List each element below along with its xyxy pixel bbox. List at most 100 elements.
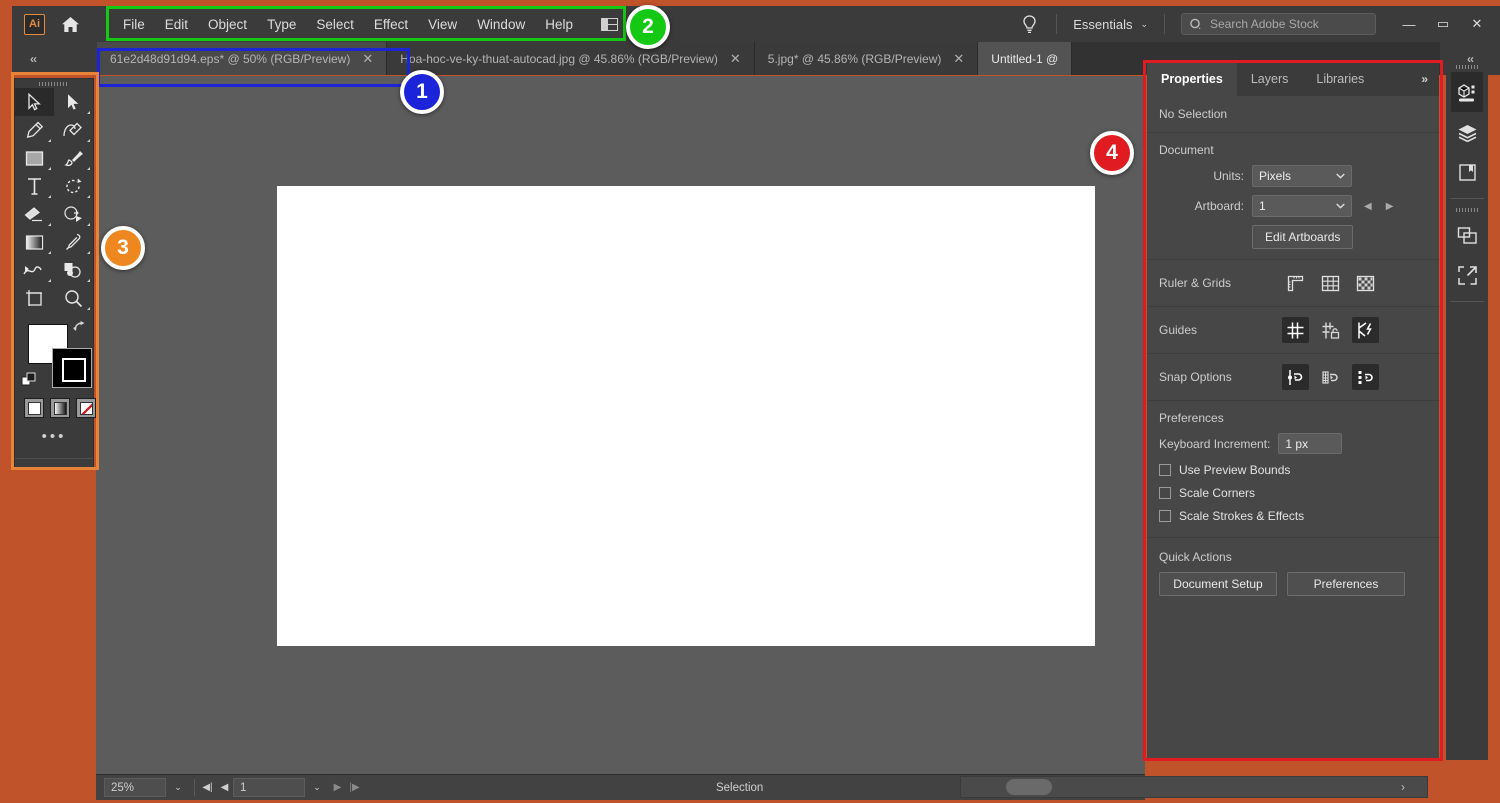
- selection-tool[interactable]: [15, 88, 54, 116]
- gradient-swatch-button[interactable]: [50, 398, 70, 418]
- show-rulers-icon[interactable]: [1282, 270, 1309, 296]
- keyboard-increment-label: Keyboard Increment:: [1159, 436, 1271, 451]
- horizontal-scrollbar[interactable]: ›: [960, 776, 1428, 798]
- eyedropper-tool[interactable]: [54, 228, 93, 256]
- menu-item-effect[interactable]: Effect: [364, 13, 418, 36]
- rail-grip-2[interactable]: [1446, 205, 1488, 215]
- more-tools-button[interactable]: •••: [15, 428, 93, 445]
- rectangle-tool[interactable]: [15, 144, 54, 172]
- menu-item-window[interactable]: Window: [467, 13, 535, 36]
- scroll-right-icon[interactable]: ›: [1401, 780, 1405, 794]
- scale-strokes-effects-checkbox[interactable]: [1159, 510, 1171, 522]
- next-artboard-icon[interactable]: ▶: [1386, 201, 1394, 212]
- zoom-dropdown-caret-icon[interactable]: ⌄: [166, 782, 190, 793]
- lock-guides-icon[interactable]: [1317, 317, 1344, 343]
- artboard-dropdown-caret-icon[interactable]: ⌄: [305, 782, 329, 793]
- units-select[interactable]: Pixels: [1252, 165, 1352, 187]
- last-artboard-button[interactable]: |▶: [346, 782, 363, 793]
- ruler-grids-row: Ruler & Grids: [1159, 270, 1427, 296]
- none-swatch-button[interactable]: [76, 398, 96, 418]
- first-artboard-button[interactable]: ◀|: [199, 782, 216, 793]
- menu-item-type[interactable]: Type: [257, 13, 306, 36]
- artboard[interactable]: [277, 186, 1095, 646]
- show-transparency-grid-icon[interactable]: [1352, 270, 1379, 296]
- document-setup-button[interactable]: Document Setup: [1159, 572, 1277, 596]
- artboards-rail-icon[interactable]: [1446, 215, 1488, 255]
- scale-strokes-effects-row[interactable]: Scale Strokes & Effects: [1159, 509, 1427, 523]
- close-button[interactable]: ✕: [1460, 11, 1494, 37]
- menu-item-view[interactable]: View: [418, 13, 467, 36]
- tools-panel-grip[interactable]: [15, 79, 93, 88]
- close-icon[interactable]: ✕: [362, 51, 373, 67]
- menu-item-object[interactable]: Object: [198, 13, 257, 36]
- snap-to-pixel-icon[interactable]: [1352, 364, 1379, 390]
- flyout-triangle-icon: [87, 195, 90, 198]
- previous-artboard-icon[interactable]: ◀: [1364, 201, 1372, 212]
- swap-fill-stroke-icon[interactable]: [72, 320, 87, 336]
- use-preview-bounds-row[interactable]: Use Preview Bounds: [1159, 463, 1427, 477]
- minimize-button[interactable]: —: [1392, 11, 1426, 37]
- keyboard-increment-input[interactable]: 1 px: [1278, 433, 1343, 454]
- collapse-left-panel-button[interactable]: ‹‹: [12, 42, 97, 75]
- search-placeholder: Search Adobe Stock: [1210, 17, 1319, 31]
- snap-to-grid-icon[interactable]: [1317, 364, 1344, 390]
- menu-item-edit[interactable]: Edit: [155, 13, 198, 36]
- shape-builder-tool[interactable]: [54, 200, 93, 228]
- curvature-tool[interactable]: [54, 116, 93, 144]
- artboard-select[interactable]: 1: [1252, 195, 1352, 217]
- default-fill-stroke-icon[interactable]: [21, 372, 38, 392]
- document-tab-4[interactable]: Untitled-1 @: [978, 42, 1073, 75]
- color-swatch-button[interactable]: [24, 398, 44, 418]
- symbol-sprayer-tool[interactable]: [54, 256, 93, 284]
- snap-to-point-icon[interactable]: [1282, 364, 1309, 390]
- zoom-tool[interactable]: [54, 284, 93, 312]
- type-tool[interactable]: [15, 172, 54, 200]
- maximize-button[interactable]: ▭: [1426, 11, 1460, 37]
- smart-guides-icon[interactable]: [1352, 317, 1379, 343]
- menu-item-help[interactable]: Help: [535, 13, 583, 36]
- paintbrush-tool[interactable]: [54, 144, 93, 172]
- tab-properties[interactable]: Properties: [1147, 62, 1237, 96]
- edit-artboards-button[interactable]: Edit Artboards: [1252, 225, 1354, 249]
- search-adobe-stock-input[interactable]: Search Adobe Stock: [1181, 13, 1376, 35]
- scale-corners-row[interactable]: Scale Corners: [1159, 486, 1427, 500]
- panel-menu-icon[interactable]: »: [1409, 62, 1439, 96]
- show-guides-icon[interactable]: [1282, 317, 1309, 343]
- close-icon[interactable]: ✕: [730, 51, 741, 67]
- menu-item-file[interactable]: File: [113, 13, 155, 36]
- stroke-swatch[interactable]: [52, 348, 92, 388]
- workspace-selector[interactable]: Essentials ⌄: [1067, 17, 1154, 32]
- horizontal-scrollbar-thumb[interactable]: [1006, 779, 1052, 795]
- zoom-level-input[interactable]: 25%: [104, 778, 166, 797]
- libraries-rail-icon[interactable]: [1446, 152, 1488, 192]
- document-tab-2[interactable]: Hoa-hoc-ve-ky-thuat-autocad.jpg @ 45.86%…: [387, 42, 755, 75]
- gradient-tool[interactable]: [15, 228, 54, 256]
- eraser-tool[interactable]: [15, 200, 54, 228]
- divider: [1164, 14, 1165, 34]
- layers-rail-icon[interactable]: [1446, 112, 1488, 152]
- scale-corners-checkbox[interactable]: [1159, 487, 1171, 499]
- lightbulb-icon[interactable]: [1012, 14, 1046, 34]
- document-tab-1[interactable]: 61e2d48d91d94.eps* @ 50% (RGB/Preview) ✕: [97, 42, 388, 75]
- artboard-tool[interactable]: [15, 284, 54, 312]
- previous-artboard-button[interactable]: ◀: [216, 782, 233, 793]
- pen-tool[interactable]: [15, 116, 54, 144]
- tab-layers[interactable]: Layers: [1237, 62, 1303, 96]
- document-tab-3[interactable]: 5.jpg* @ 45.86% (RGB/Preview) ✕: [754, 42, 979, 75]
- asset-export-rail-icon[interactable]: [1446, 255, 1488, 295]
- direct-selection-tool[interactable]: [54, 88, 93, 116]
- artboard-number-input[interactable]: 1: [233, 778, 305, 797]
- menu-item-select[interactable]: Select: [306, 13, 364, 36]
- tab-libraries[interactable]: Libraries: [1302, 62, 1378, 96]
- next-artboard-button[interactable]: ▶: [329, 782, 346, 793]
- canvas-area[interactable]: [96, 76, 1145, 774]
- close-icon[interactable]: ✕: [953, 51, 964, 67]
- rail-grip[interactable]: [1446, 62, 1488, 72]
- home-icon[interactable]: [59, 13, 81, 35]
- preferences-button[interactable]: Preferences: [1287, 572, 1405, 596]
- blend-tool[interactable]: [15, 256, 54, 284]
- rotate-tool[interactable]: [54, 172, 93, 200]
- use-preview-bounds-checkbox[interactable]: [1159, 464, 1171, 476]
- properties-rail-icon[interactable]: [1451, 72, 1483, 112]
- show-grid-icon[interactable]: [1317, 270, 1344, 296]
